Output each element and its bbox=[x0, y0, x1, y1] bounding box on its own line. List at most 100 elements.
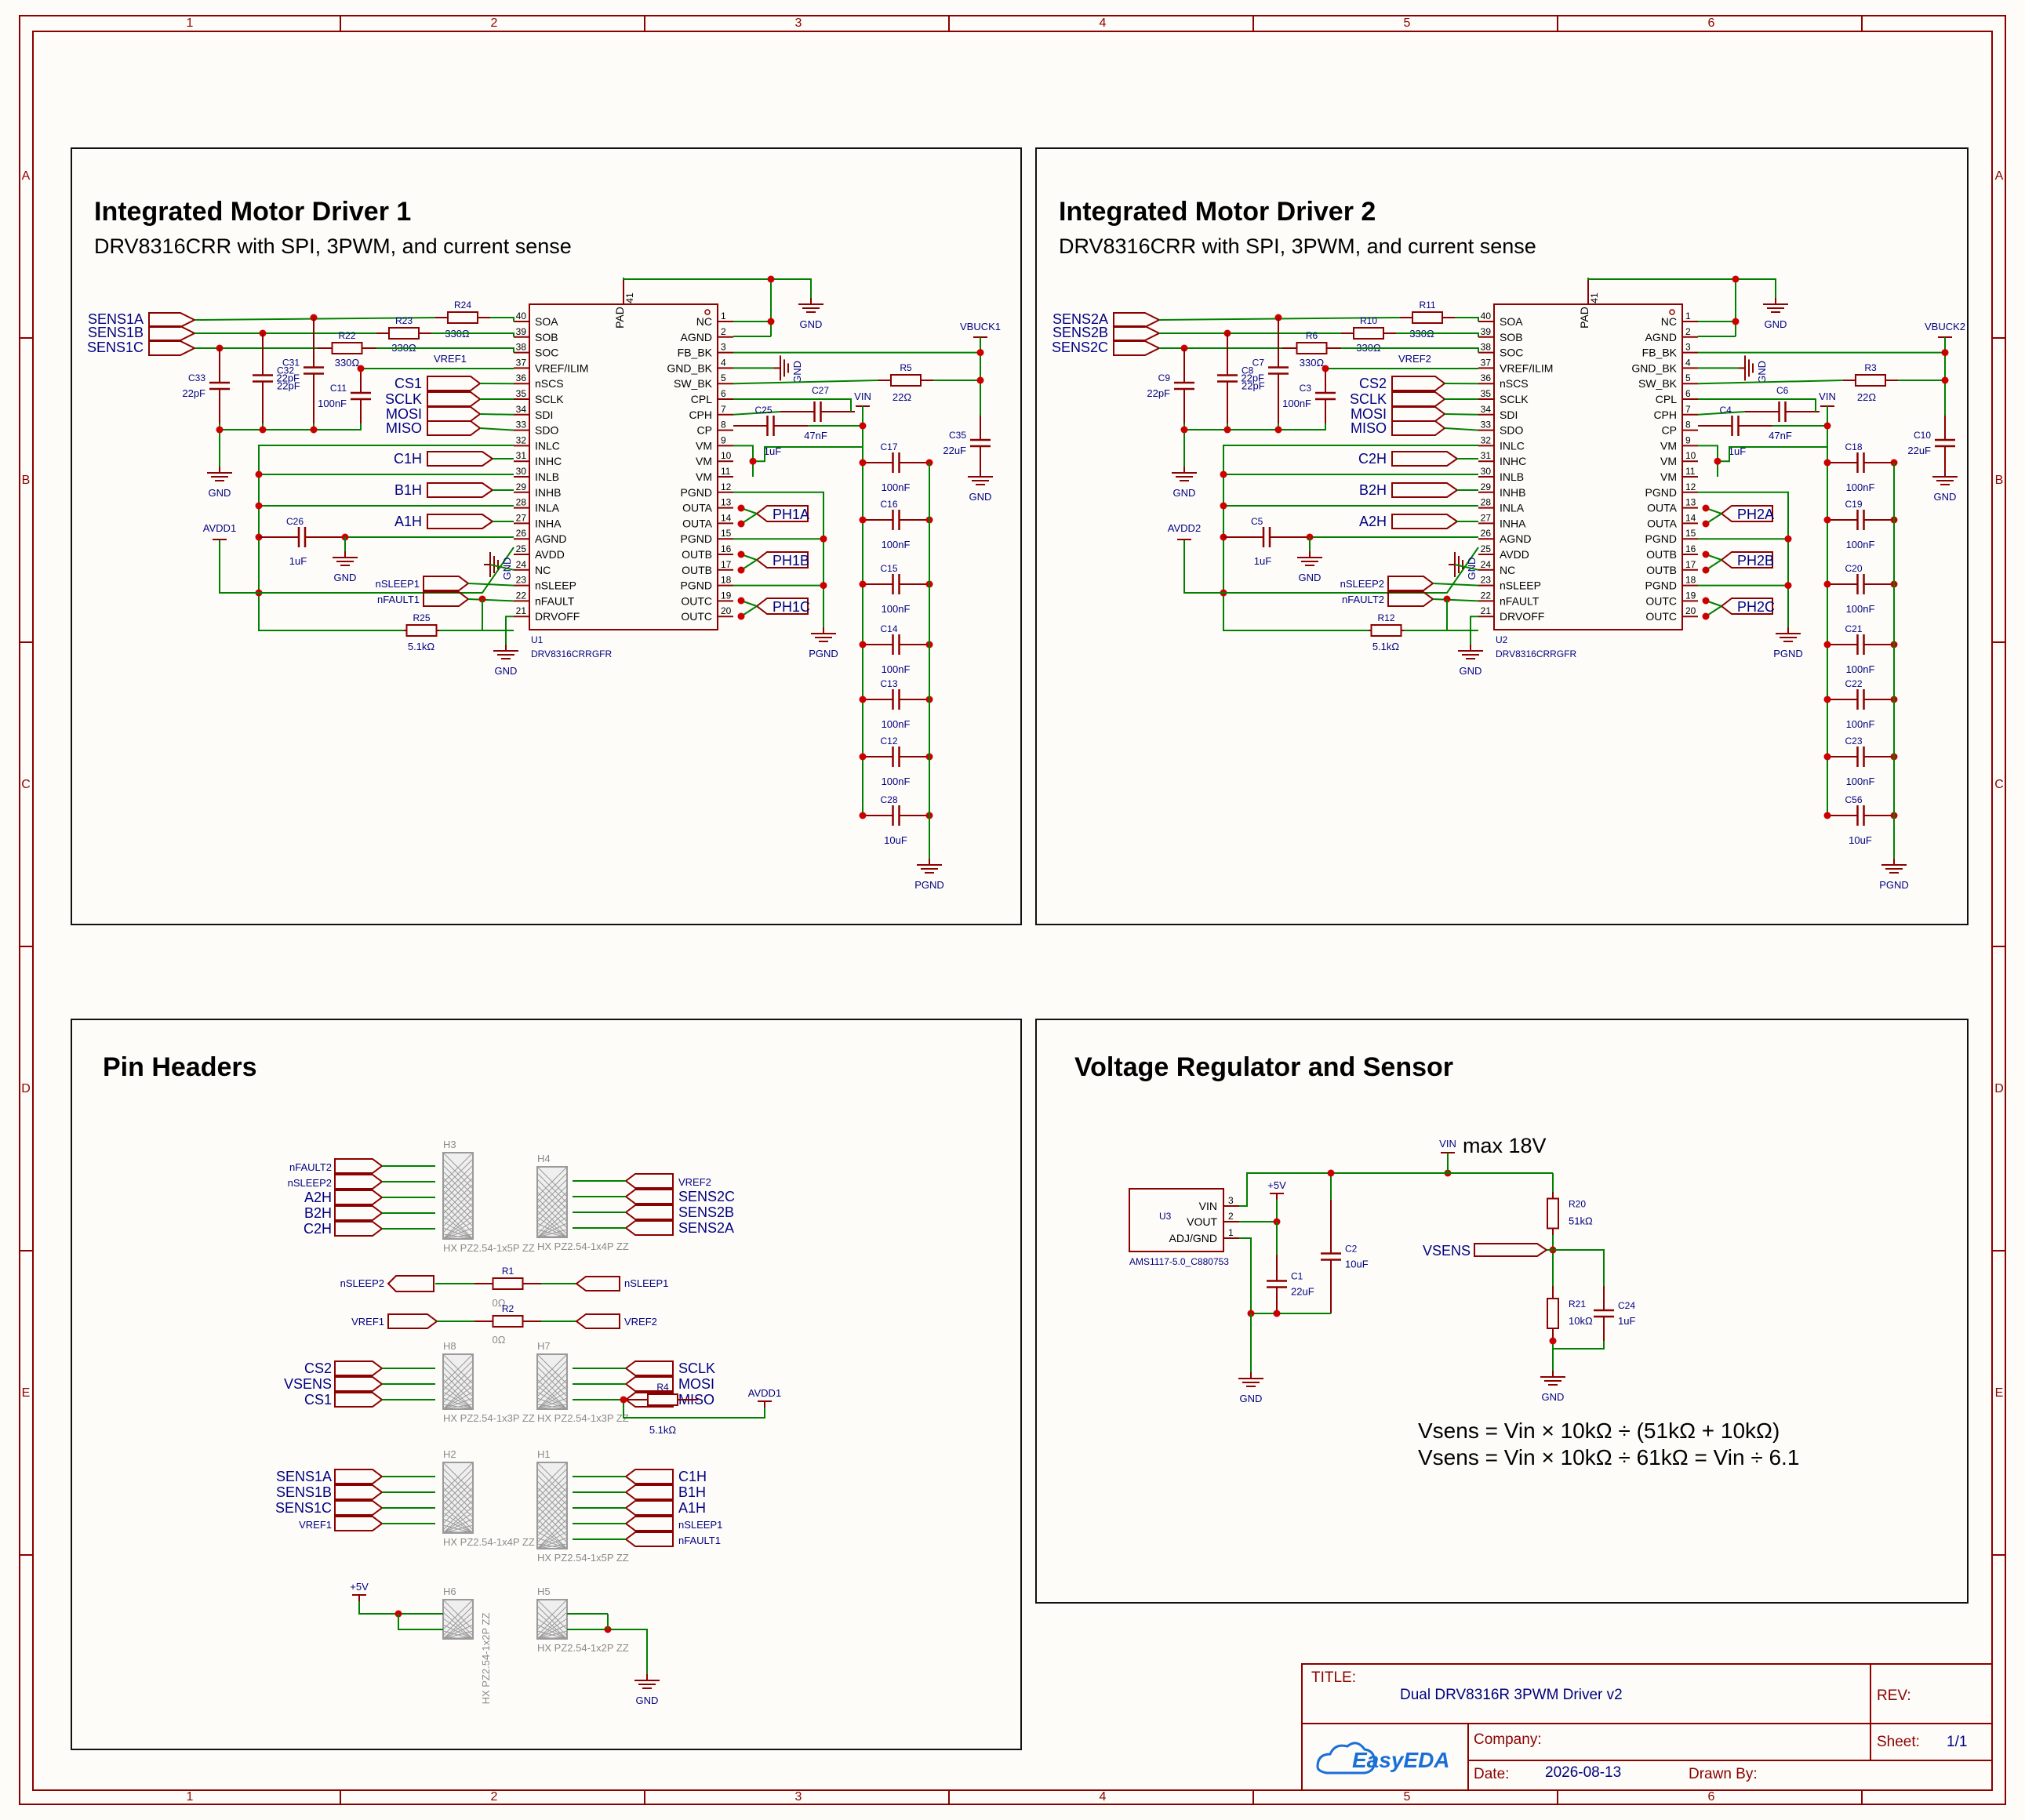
gnd-c26-label: GND bbox=[1299, 572, 1322, 583]
date-value: 2026-08-13 bbox=[1545, 1764, 1621, 1781]
frame-col-label: 6 bbox=[1708, 1790, 1715, 1804]
junction-dot bbox=[310, 426, 318, 434]
ic-pin-number: 5 bbox=[721, 372, 726, 383]
ic-pin-number: 1 bbox=[721, 311, 726, 321]
ic-pin-name: VM bbox=[1660, 439, 1677, 452]
net-label-r1-right: nSLEEP1 bbox=[624, 1277, 668, 1289]
frame-col-label: 5 bbox=[1404, 1790, 1411, 1804]
junction-dot bbox=[859, 641, 867, 648]
junction-dot bbox=[255, 502, 263, 510]
junction-dot bbox=[255, 470, 263, 478]
junction-dot bbox=[859, 580, 867, 588]
ic-pin-number: 34 bbox=[1481, 404, 1492, 415]
header-net-label: SENS2B bbox=[678, 1204, 734, 1220]
ic-pin-name: PGND bbox=[681, 486, 712, 499]
header-net-label: CS1 bbox=[304, 1392, 332, 1408]
cap-c25-ref: C4 bbox=[1720, 405, 1732, 416]
cap-c27-ref: C6 bbox=[1776, 385, 1789, 396]
cap-bank-ref: C18 bbox=[1845, 441, 1863, 452]
ic-pin-name: OUTA bbox=[1647, 502, 1678, 514]
cap-c31-ref: C31 bbox=[282, 358, 300, 369]
res-r4-value: 5.1kΩ bbox=[649, 1424, 677, 1436]
junction-dot bbox=[737, 597, 745, 605]
ic-pin-number: 25 bbox=[1481, 543, 1492, 554]
net-label-vbuck: VBUCK1 bbox=[960, 321, 1001, 332]
net-label-sense: SENS2B bbox=[1052, 325, 1108, 340]
header-h1-desc: HX PZ2.54-1x5P ZZ bbox=[537, 1552, 629, 1564]
res-r22-value: 330Ω bbox=[1300, 357, 1325, 369]
ic-pin-name: nSCS bbox=[535, 377, 564, 390]
frame-row-label: D bbox=[1994, 1082, 2004, 1095]
cap-c26-value: 1uF bbox=[289, 555, 307, 567]
ic-pin-number: 6 bbox=[1685, 388, 1691, 399]
net-label-phase: PH2A bbox=[1737, 507, 1774, 522]
ic-pin-name: SW_BK bbox=[674, 377, 713, 390]
junction-dot bbox=[1823, 422, 1831, 430]
header-net-label: C1H bbox=[678, 1469, 707, 1484]
junction-dot bbox=[259, 426, 267, 434]
header-h4-desc: HX PZ2.54-1x4P ZZ bbox=[537, 1241, 629, 1252]
ic-pin-number: 16 bbox=[721, 543, 732, 554]
header-h8-desc: HX PZ2.54-1x3P ZZ bbox=[443, 1412, 535, 1424]
ic-pin-name: AVDD bbox=[535, 548, 565, 561]
cap-c27-value: 47nF bbox=[1769, 430, 1792, 441]
ic-pin-name: nSLEEP bbox=[1500, 579, 1541, 592]
title-label: TITLE: bbox=[1311, 1669, 1356, 1686]
frame-row-label: C bbox=[21, 778, 31, 791]
header-h8-ref: H8 bbox=[443, 1340, 456, 1352]
junction-dot bbox=[1702, 504, 1710, 512]
cap-bank-ref: C23 bbox=[1845, 736, 1863, 747]
ic-pin-number: 37 bbox=[516, 357, 527, 368]
cap-bank-ref: C15 bbox=[881, 563, 898, 574]
ic-pin-number: 30 bbox=[516, 466, 527, 477]
resistor-body bbox=[647, 1393, 678, 1406]
header-h2-desc: HX PZ2.54-1x4P ZZ bbox=[443, 1536, 535, 1548]
easyeda-logo-text: EasyEDA bbox=[1352, 1748, 1450, 1772]
net-label-spi: MISO bbox=[386, 420, 422, 436]
ic-pin-name: OUTC bbox=[1645, 610, 1677, 623]
cap-c27-value: 47nF bbox=[804, 430, 827, 441]
ic-pad-label: PAD bbox=[613, 307, 626, 329]
junction-dot bbox=[1714, 457, 1721, 465]
rev-label: REV: bbox=[1877, 1687, 1911, 1704]
resistor-body bbox=[331, 342, 363, 354]
ic-pin-number: 21 bbox=[516, 605, 527, 616]
ic-pin-name: VM bbox=[696, 439, 712, 452]
junction-dot bbox=[859, 696, 867, 703]
ic-pin-name: SDI bbox=[535, 409, 553, 421]
ic-pin-name: OUTB bbox=[682, 548, 712, 561]
ic-pin-name: INHA bbox=[1500, 517, 1526, 529]
net-label-avdd: AVDD2 bbox=[1168, 522, 1201, 534]
junction-dot bbox=[767, 318, 775, 325]
header-net-label: C2H bbox=[304, 1221, 332, 1237]
ic-pin-number: 33 bbox=[516, 420, 527, 430]
regulator-pin-name: VIN bbox=[1199, 1200, 1217, 1212]
junction-dot bbox=[1784, 582, 1792, 590]
ic-pin-name: CPL bbox=[1656, 393, 1677, 405]
ic-pin-name: OUTB bbox=[682, 564, 712, 576]
junction-dot bbox=[737, 550, 745, 558]
header-h3-ref: H3 bbox=[443, 1139, 456, 1150]
net-label-pwm: B2H bbox=[1359, 482, 1387, 498]
cap-c33-ref: C33 bbox=[188, 372, 205, 383]
cap-bank-value: 100nF bbox=[1846, 663, 1875, 675]
net-label-sleep-fault: nSLEEP2 bbox=[1340, 578, 1384, 590]
cap-c24-ref: C24 bbox=[1618, 1300, 1635, 1311]
junction-dot bbox=[737, 566, 745, 574]
junction-dot bbox=[976, 376, 984, 384]
ic-pin-name: SDO bbox=[535, 424, 558, 437]
res-r21-value: 10kΩ bbox=[1569, 1315, 1593, 1327]
ic-ref: U1 bbox=[531, 634, 544, 645]
junction-dot bbox=[976, 349, 984, 357]
regulator-pin-number: 3 bbox=[1228, 1195, 1234, 1206]
section-title: Integrated Motor Driver 1 bbox=[94, 197, 411, 227]
frame-row-label: C bbox=[1994, 778, 2004, 791]
cap-bank-value: 100nF bbox=[882, 481, 911, 493]
cap-c31-value: 22pF bbox=[276, 372, 300, 384]
ic-pin-name: INLB bbox=[535, 470, 559, 483]
junction-dot bbox=[859, 459, 867, 467]
ic-pin-name: VREF/ILIM bbox=[535, 361, 588, 374]
ic-pin-number: 2 bbox=[721, 326, 726, 337]
ic-pin-name: OUTA bbox=[1647, 517, 1678, 529]
net-label-vref: VREF1 bbox=[434, 353, 467, 365]
